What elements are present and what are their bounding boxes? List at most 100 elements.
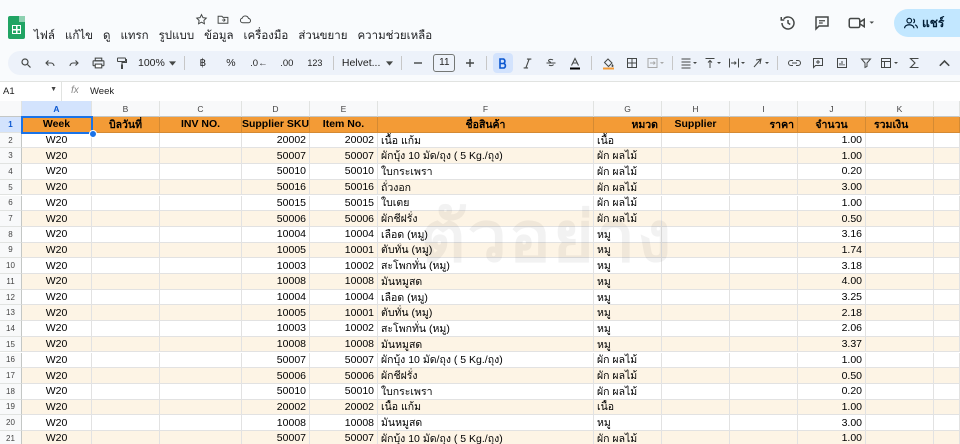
cell-item[interactable]: 10004 <box>310 226 378 243</box>
cell-name[interactable]: สะโพกทั่น (หมู) <box>378 321 594 337</box>
zoom-select[interactable]: 100% <box>138 57 176 69</box>
cell-supplier[interactable] <box>662 321 730 337</box>
cell-price[interactable] <box>730 352 798 369</box>
cell-total[interactable] <box>866 258 934 274</box>
row-header[interactable]: 14 <box>0 321 22 337</box>
header-cell-next[interactable] <box>934 117 960 133</box>
cell-qty[interactable]: 1.00 <box>798 132 866 149</box>
cell-inv[interactable] <box>160 399 242 416</box>
cell-next[interactable] <box>934 336 960 353</box>
cell-next[interactable] <box>934 179 960 196</box>
cell-price[interactable] <box>730 148 798 165</box>
cell-next[interactable] <box>934 399 960 416</box>
cell-price[interactable] <box>730 132 798 149</box>
cell-item[interactable]: 10008 <box>310 274 378 290</box>
cell-item[interactable]: 50007 <box>310 352 378 369</box>
cell-total[interactable] <box>866 431 934 444</box>
cell-bill[interactable] <box>92 148 160 165</box>
cell-name[interactable]: มันหมูสด <box>378 415 594 431</box>
cell-qty[interactable]: 2.06 <box>798 321 866 337</box>
column-header-next[interactable] <box>934 101 960 117</box>
row-header[interactable]: 20 <box>0 415 22 431</box>
borders-icon[interactable] <box>622 53 642 73</box>
menu-file[interactable]: ไฟล์ <box>34 27 55 45</box>
cell-sku[interactable]: 50010 <box>242 164 310 180</box>
cell-cat[interactable]: หมู <box>594 321 662 337</box>
cell-total[interactable] <box>866 179 934 196</box>
search-menus-icon[interactable] <box>16 53 36 73</box>
cell-week[interactable]: W20 <box>22 321 92 337</box>
cell-bill[interactable] <box>92 352 160 369</box>
cell-name[interactable]: สะโพกทั่น (หมู) <box>378 258 594 274</box>
cell-item[interactable]: 10001 <box>310 305 378 322</box>
cell-bill[interactable] <box>92 415 160 431</box>
cell-sku[interactable]: 50006 <box>242 368 310 384</box>
cell-bill[interactable] <box>92 242 160 259</box>
cell-next[interactable] <box>934 242 960 259</box>
cell-inv[interactable] <box>160 383 242 400</box>
cell-next[interactable] <box>934 195 960 212</box>
cell-name[interactable]: เลือด (หมู) <box>378 226 594 243</box>
cell-price[interactable] <box>730 431 798 444</box>
cell-price[interactable] <box>730 415 798 431</box>
cell-name[interactable]: ผักบุ้ง 10 มัด/ถุง ( 5 Kg./ถุง) <box>378 148 594 165</box>
cell-inv[interactable] <box>160 289 242 306</box>
cell-cat[interactable]: หมู <box>594 242 662 259</box>
cell-inv[interactable] <box>160 132 242 149</box>
cell-supplier[interactable] <box>662 148 730 165</box>
cell-sku[interactable]: 10008 <box>242 274 310 290</box>
cell-inv[interactable] <box>160 148 242 165</box>
cell-inv[interactable] <box>160 164 242 180</box>
cell-supplier[interactable] <box>662 289 730 306</box>
cell-sku[interactable]: 50007 <box>242 148 310 165</box>
meet-video-icon[interactable] <box>842 9 882 37</box>
cell-qty[interactable]: 0.20 <box>798 164 866 180</box>
cell-next[interactable] <box>934 383 960 400</box>
vertical-align-icon[interactable] <box>703 53 723 73</box>
cell-total[interactable] <box>866 164 934 180</box>
cell-next[interactable] <box>934 274 960 290</box>
cell-supplier[interactable] <box>662 242 730 259</box>
row-header[interactable]: 1 <box>0 117 22 133</box>
header-cell-total[interactable]: รวมเงิน <box>866 117 934 133</box>
cell-week[interactable]: W20 <box>22 274 92 290</box>
cell-item[interactable]: 10004 <box>310 289 378 306</box>
column-header-b[interactable]: B <box>92 101 160 117</box>
cell-sku[interactable]: 50016 <box>242 179 310 196</box>
cell-cat[interactable]: หมู <box>594 226 662 243</box>
redo-icon[interactable] <box>64 53 84 73</box>
cell-supplier[interactable] <box>662 431 730 444</box>
cell-price[interactable] <box>730 305 798 322</box>
cell-name[interactable]: ตับทั่น (หมู) <box>378 305 594 322</box>
cell-cat[interactable]: ผัก ผลไม้ <box>594 352 662 369</box>
cell-price[interactable] <box>730 164 798 180</box>
spreadsheet-grid[interactable]: ABCDEFGHIJK 1 Week บิลวันที่ INV NO. Supplie… <box>0 101 960 444</box>
cell-item[interactable]: 20002 <box>310 132 378 149</box>
cell-inv[interactable] <box>160 352 242 369</box>
cell-supplier[interactable] <box>662 226 730 243</box>
cell-inv[interactable] <box>160 242 242 259</box>
cell-cat[interactable]: ผัก ผลไม้ <box>594 383 662 400</box>
cell-week[interactable]: W20 <box>22 179 92 196</box>
cell-next[interactable] <box>934 321 960 337</box>
cell-bill[interactable] <box>92 179 160 196</box>
cell-week[interactable]: W20 <box>22 383 92 400</box>
column-header-a[interactable]: A <box>22 101 92 117</box>
cell-qty[interactable]: 0.50 <box>798 211 866 227</box>
cell-next[interactable] <box>934 415 960 431</box>
cell-total[interactable] <box>866 383 934 400</box>
cell-next[interactable] <box>934 148 960 165</box>
cell-next[interactable] <box>934 258 960 274</box>
cell-total[interactable] <box>866 274 934 290</box>
cell-qty[interactable]: 3.25 <box>798 289 866 306</box>
cell-week[interactable]: W20 <box>22 242 92 259</box>
cell-inv[interactable] <box>160 321 242 337</box>
cell-item[interactable]: 50010 <box>310 164 378 180</box>
cell-item[interactable]: 50010 <box>310 383 378 400</box>
name-box[interactable]: A1 ▼ <box>0 82 62 101</box>
cell-sku[interactable]: 50007 <box>242 352 310 369</box>
filter-icon[interactable] <box>856 53 876 73</box>
cell-total[interactable] <box>866 242 934 259</box>
cell-cat[interactable]: เนื้อ <box>594 132 662 149</box>
cell-total[interactable] <box>866 321 934 337</box>
